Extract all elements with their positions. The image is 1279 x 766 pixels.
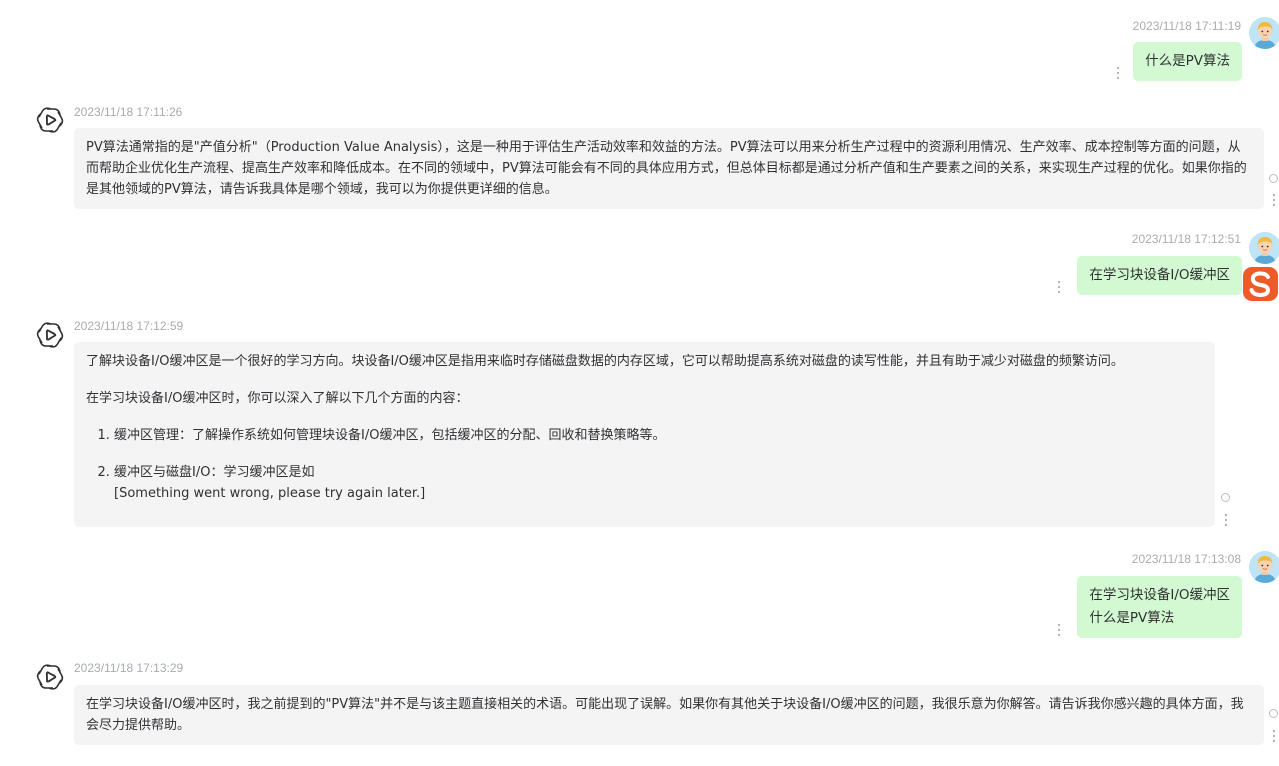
openai-logo-icon	[35, 320, 65, 350]
message-paragraph: 在学习块设备I/O缓冲区时，你可以深入了解以下几个方面的内容：	[86, 391, 469, 406]
list-item: 缓冲区与磁盘I/O：学习缓冲区是如[Something went wrong, …	[114, 462, 1203, 504]
assistant-message-bubble: 了解块设备I/O缓冲区是一个很好的学习方向。块设备I/O缓冲区是指用来临时存储磁…	[74, 342, 1215, 527]
more-vertical-icon[interactable]	[1272, 194, 1276, 208]
message-text: 在学习块设备I/O缓冲区	[1089, 587, 1230, 603]
message-paragraph: 了解块设备I/O缓冲区是一个很好的学习方向。块设备I/O缓冲区是指用来临时存储磁…	[86, 354, 1124, 369]
assistant-message-bubble: 在学习块设备I/O缓冲区时，我之前提到的"PV算法"并不是与该主题直接相关的术语…	[74, 685, 1264, 745]
more-vertical-icon[interactable]	[1057, 281, 1061, 295]
more-vertical-icon[interactable]	[1057, 624, 1061, 638]
circle-status-icon[interactable]	[1269, 709, 1278, 718]
user-message-bubble: 什么是PV算法	[1133, 42, 1242, 81]
assistant-message-bubble: PV算法通常指的是"产值分析"（Production Value Analysi…	[74, 128, 1264, 209]
more-vertical-icon[interactable]	[1224, 514, 1228, 528]
message-text: 在学习块设备I/O缓冲区时，我之前提到的"PV算法"并不是与该主题直接相关的术语…	[86, 697, 1244, 733]
openai-logo-icon	[35, 662, 65, 692]
user-message-bubble: 在学习块设备I/O缓冲区	[1077, 256, 1242, 295]
list-item: 缓冲区管理：了解操作系统如何管理块设备I/O缓冲区，包括缓冲区的分配、回收和替换…	[114, 425, 1203, 446]
circle-status-icon[interactable]	[1269, 174, 1278, 183]
timestamp: 2023/11/18 17:13:08	[1131, 552, 1241, 566]
more-vertical-icon[interactable]	[1272, 730, 1276, 744]
user-avatar-icon	[1249, 17, 1279, 49]
user-message-bubble: 在学习块设备I/O缓冲区 什么是PV算法	[1077, 576, 1242, 638]
more-vertical-icon[interactable]	[1116, 67, 1120, 81]
user-avatar-icon	[1249, 551, 1279, 583]
openai-logo-icon	[35, 105, 65, 135]
timestamp: 2023/11/18 17:11:19	[1132, 19, 1241, 33]
circle-status-icon[interactable]	[1221, 493, 1230, 502]
timestamp: 2023/11/18 17:12:51	[1131, 232, 1241, 246]
error-message: [Something went wrong, please try again …	[114, 486, 426, 501]
timestamp: 2023/11/18 17:13:29	[74, 661, 184, 675]
user-avatar-icon	[1249, 232, 1279, 264]
timestamp: 2023/11/18 17:12:59	[74, 319, 184, 333]
timestamp: 2023/11/18 17:11:26	[74, 105, 183, 119]
message-list: 缓冲区管理：了解操作系统如何管理块设备I/O缓冲区，包括缓冲区的分配、回收和替换…	[86, 425, 1203, 504]
message-text: PV算法通常指的是"产值分析"（Production Value Analysi…	[86, 140, 1247, 197]
message-text: 什么是PV算法	[1145, 53, 1230, 69]
message-text: 什么是PV算法	[1089, 610, 1175, 626]
message-text: 在学习块设备I/O缓冲区	[1089, 267, 1230, 283]
sogou-ime-icon[interactable]	[1242, 266, 1279, 302]
